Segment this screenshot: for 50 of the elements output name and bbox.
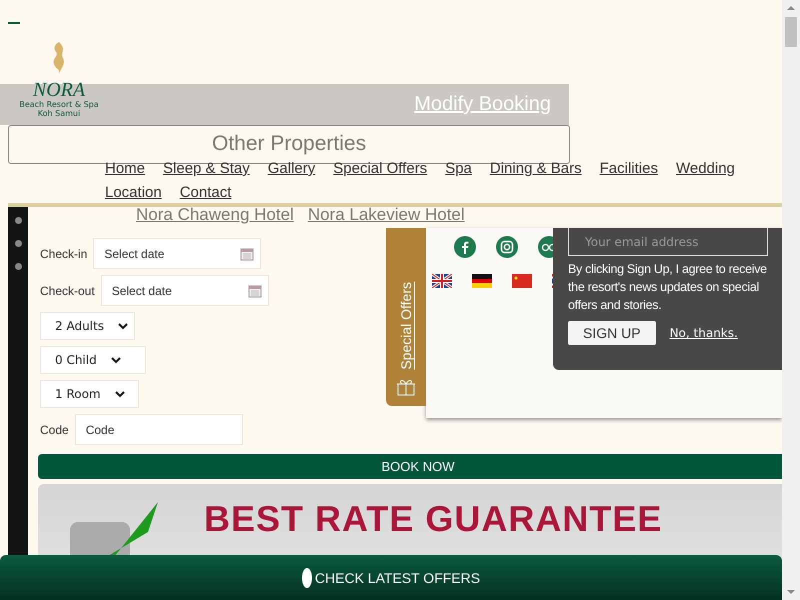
date-field[interactable]: Select date bbox=[100, 275, 269, 306]
guest-select[interactable]: 2 Adults bbox=[40, 312, 135, 340]
german-flag-icon[interactable] bbox=[472, 274, 492, 288]
consent-text: By clicking Sign Up, I agree to receive the resort's news updates on special offers and stories. bbox=[568, 261, 768, 314]
facebook-icon[interactable] bbox=[454, 236, 476, 258]
properties-dropdown[interactable] bbox=[8, 125, 570, 164]
property-link[interactable]: Nora Chaweng Hotel bbox=[136, 205, 294, 225]
nav-link[interactable]: Wedding bbox=[676, 158, 735, 180]
gift-icon bbox=[396, 378, 416, 396]
guest-select[interactable]: 0 Child bbox=[40, 346, 146, 374]
sign-up-button[interactable]: SIGN UP bbox=[568, 321, 656, 345]
calendar-icon bbox=[240, 246, 254, 260]
chinese-flag-icon[interactable] bbox=[512, 274, 532, 288]
book-now-button[interactable]: BOOK NOW bbox=[38, 454, 782, 479]
date-label: Check-out bbox=[40, 284, 95, 298]
scroll-thumb[interactable] bbox=[785, 17, 797, 47]
slide-dot[interactable] bbox=[14, 240, 22, 247]
logo-location: Koh Samui bbox=[38, 109, 80, 118]
scroll-down-icon[interactable] bbox=[786, 588, 796, 596]
nav-link[interactable]: Spa bbox=[445, 158, 472, 180]
nav-link[interactable]: Contact bbox=[180, 182, 232, 204]
chevron-down-icon bbox=[110, 356, 121, 364]
chevron-down-icon bbox=[118, 322, 128, 330]
scroll-up-icon[interactable] bbox=[786, 4, 796, 12]
nav-link[interactable]: Special Offers bbox=[333, 158, 428, 180]
uk-flag-icon[interactable] bbox=[432, 274, 452, 288]
nav-link[interactable]: Home bbox=[105, 158, 146, 180]
banner-title: BEST RATE GUARANTEE bbox=[204, 498, 662, 540]
offers-bar[interactable]: CHECK LATEST OFFERS bbox=[0, 555, 782, 600]
slide-dot[interactable] bbox=[14, 263, 22, 270]
code-label: Code bbox=[40, 422, 69, 436]
nav-link[interactable]: Gallery bbox=[268, 158, 316, 180]
property-link[interactable]: Nora Lakeview Hotel bbox=[308, 205, 465, 225]
slide-dot[interactable] bbox=[14, 217, 22, 224]
logo-tagline: Beach Resort & Spa bbox=[19, 100, 99, 109]
code-field[interactable]: Code bbox=[74, 414, 243, 445]
nav-link[interactable]: Location bbox=[105, 182, 162, 204]
nav-link[interactable]: Facilities bbox=[600, 158, 658, 180]
chevron-down-icon bbox=[114, 390, 125, 398]
date-field[interactable]: Select date bbox=[93, 238, 262, 269]
guest-select[interactable]: 1 Room bbox=[40, 380, 139, 408]
instagram-icon[interactable] bbox=[496, 236, 518, 258]
calendar-icon bbox=[248, 284, 262, 298]
other-properties-label: Other Properties bbox=[212, 132, 366, 156]
decline-link[interactable]: No, thanks. bbox=[670, 326, 738, 340]
date-label: Check-in bbox=[40, 246, 88, 260]
logo-wordmark: NORA bbox=[32, 80, 86, 100]
nav-link[interactable]: Sleep & Stay bbox=[163, 158, 250, 180]
nav-link[interactable]: Dining & Bars bbox=[490, 158, 582, 180]
scrollbar[interactable] bbox=[782, 0, 800, 600]
